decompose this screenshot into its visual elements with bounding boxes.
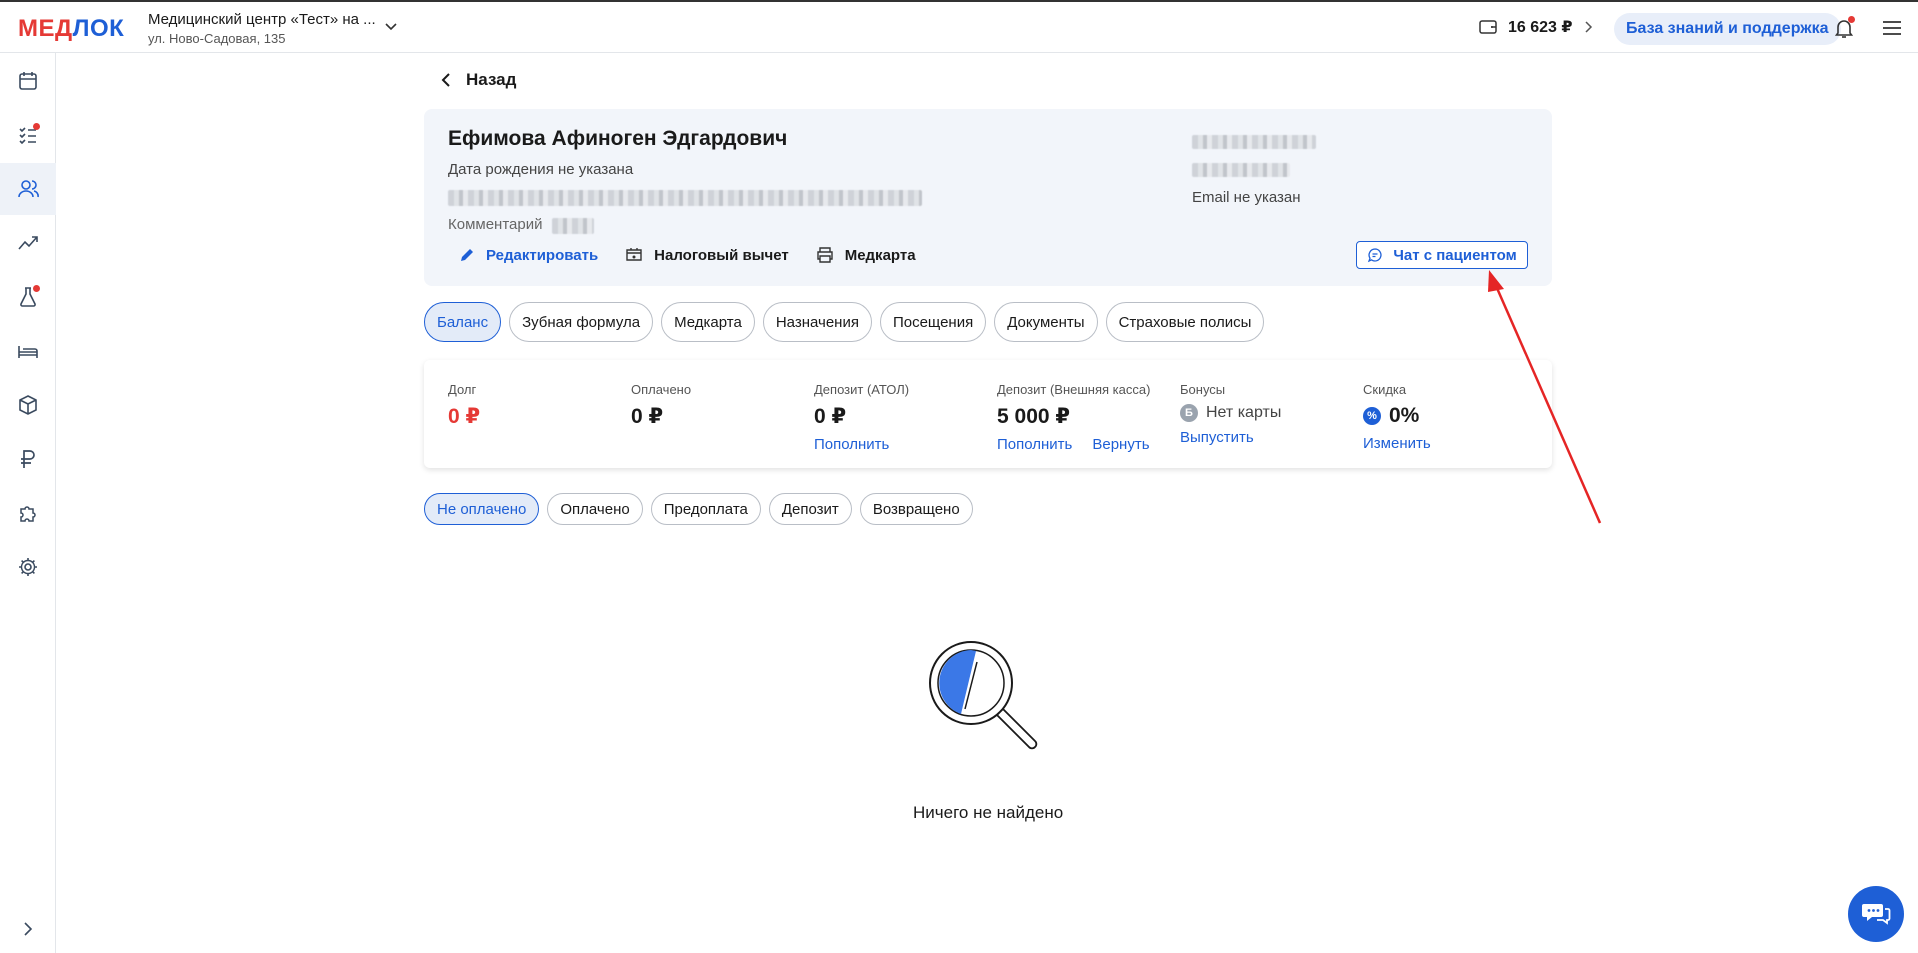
filter-deposit[interactable]: Депозит (768, 493, 852, 525)
redacted-address (448, 190, 922, 206)
expand-sidebar-icon[interactable] (18, 919, 38, 939)
sidebar (0, 53, 56, 953)
filter-prepayment[interactable]: Предоплата (650, 493, 761, 525)
debt-block: Долг 0 ₽ (448, 382, 481, 428)
tab-insurance[interactable]: Страховые полисы (1105, 302, 1265, 342)
redacted-phone (1192, 135, 1316, 149)
balance-panel: Долг 0 ₽ Оплачено 0 ₽ Депозит (АТОЛ) 0 ₽… (424, 360, 1552, 468)
filter-paid[interactable]: Оплачено (547, 493, 643, 525)
calendar-icon (19, 72, 37, 90)
chat-icon (1368, 248, 1382, 263)
sidebar-item-lab[interactable] (0, 271, 56, 323)
document-stamp-icon (626, 248, 642, 261)
comment-label: Комментарий (448, 216, 543, 233)
chevron-right-icon (1584, 21, 1592, 33)
sidebar-item-hospital[interactable] (0, 325, 56, 377)
birth-date: Дата рождения не указана (448, 161, 634, 178)
ruble-icon (21, 450, 35, 468)
back-button[interactable]: Назад (440, 70, 516, 90)
deposit-atol-topup-link[interactable]: Пополнить (814, 436, 889, 453)
bonuses-block: Бонусы Б Нет карты Выпустить (1180, 382, 1282, 446)
deposit-external-refund-link[interactable]: Вернуть (1092, 436, 1149, 453)
edit-button[interactable]: Редактировать (458, 246, 598, 264)
notification-badge (1848, 16, 1855, 23)
redacted-comment (552, 218, 594, 234)
patient-card: Ефимова Афиноген Эдгардович Дата рождени… (424, 109, 1552, 286)
balance-widget[interactable]: 16 623 ₽ (1478, 17, 1593, 37)
patient-tabs: Баланс Зубная формула Медкарта Назначени… (424, 302, 1265, 342)
deposit-external-block: Депозит (Внешняя касса) 5 000 ₽ Пополнит… (997, 382, 1151, 453)
tab-balance[interactable]: Баланс (424, 302, 502, 342)
top-bar: МЕДЛОК Медицинский центр «Тест» на ... у… (0, 0, 1918, 53)
sidebar-item-finance[interactable] (0, 433, 56, 485)
puzzle-icon (20, 506, 36, 522)
deposit-atol-value: 0 ₽ (814, 405, 847, 428)
users-icon (18, 180, 39, 198)
tab-medcard[interactable]: Медкарта (661, 302, 755, 342)
deposit-external-topup-link[interactable]: Пополнить (997, 436, 1072, 453)
tab-prescriptions[interactable]: Назначения (762, 302, 872, 342)
sidebar-item-calendar[interactable] (0, 55, 56, 107)
printer-icon (817, 247, 833, 263)
bonus-coin-icon: Б (1180, 404, 1198, 422)
deposit-atol-block: Депозит (АТОЛ) 0 ₽ Пополнить (814, 382, 910, 453)
clinic-name: Медицинский центр «Тест» на ... (148, 11, 376, 28)
support-chat-icon (1862, 904, 1891, 925)
redacted-extra (1192, 163, 1290, 177)
paid-block: Оплачено 0 ₽ (631, 382, 692, 428)
issue-card-link[interactable]: Выпустить (1180, 429, 1254, 446)
back-label: Назад (466, 70, 517, 89)
sidebar-item-tasks[interactable] (0, 109, 56, 161)
debt-value: 0 ₽ (448, 405, 481, 428)
patient-name: Ефимова Афиноген Эдгардович (448, 127, 788, 150)
logo[interactable]: МЕДЛОК (18, 15, 124, 43)
sidebar-item-analytics[interactable] (0, 217, 56, 269)
empty-state-text: Ничего не найдено (913, 803, 1064, 822)
menu-icon[interactable] (1882, 19, 1902, 37)
bed-icon (18, 346, 38, 358)
sidebar-item-integrations[interactable] (0, 487, 56, 539)
percent-icon: % (1363, 407, 1381, 425)
support-chat-button[interactable] (1848, 886, 1904, 942)
discount-value: 0% (1389, 404, 1420, 427)
balance-amount: 16 623 ₽ (1508, 19, 1573, 36)
chevron-left-icon (441, 73, 450, 87)
tab-dental-formula[interactable]: Зубная формула (509, 302, 654, 342)
tab-visits[interactable]: Посещения (879, 302, 987, 342)
lab-badge (33, 285, 40, 292)
filter-unpaid[interactable]: Не оплачено (424, 493, 540, 525)
comment-row: Комментарий (448, 216, 542, 233)
sidebar-item-patients[interactable] (0, 163, 56, 215)
sidebar-item-settings[interactable] (0, 541, 56, 593)
gear-icon (19, 558, 37, 576)
chat-with-patient-button[interactable]: Чат с пациентом (1356, 241, 1528, 269)
clinic-address: ул. Ново-Садовая, 135 (148, 31, 286, 46)
tax-deduction-button[interactable]: Налоговый вычет (624, 246, 789, 264)
patient-email: Email не указан (1192, 189, 1301, 206)
payment-filters: Не оплачено Оплачено Предоплата Депозит … (424, 493, 973, 525)
sidebar-item-warehouse[interactable] (0, 379, 56, 431)
knowledge-base-button[interactable]: База знаний и поддержка (1614, 13, 1841, 45)
box-icon (19, 395, 37, 415)
chart-icon (18, 236, 38, 250)
filter-returned[interactable]: Возвращено (859, 493, 973, 525)
discount-block: Скидка % 0% Изменить (1363, 382, 1431, 452)
magnifier-empty-icon (929, 641, 1038, 750)
patient-actions: Редактировать Налоговый вычет Медкарта (458, 246, 916, 264)
clinic-selector[interactable]: Медицинский центр «Тест» на ... ул. Ново… (148, 11, 376, 46)
bonuses-value: Нет карты (1206, 404, 1282, 421)
tab-documents[interactable]: Документы (994, 302, 1098, 342)
pencil-icon (461, 249, 473, 261)
tasks-badge (33, 123, 40, 130)
notifications-button[interactable] (1832, 16, 1856, 40)
change-discount-link[interactable]: Изменить (1363, 435, 1431, 452)
deposit-external-value: 5 000 ₽ (997, 405, 1070, 428)
print-medcard-button[interactable]: Медкарта (815, 246, 916, 264)
paid-value: 0 ₽ (631, 405, 664, 428)
chevron-down-icon[interactable] (384, 20, 398, 34)
wallet-icon (1479, 20, 1497, 34)
